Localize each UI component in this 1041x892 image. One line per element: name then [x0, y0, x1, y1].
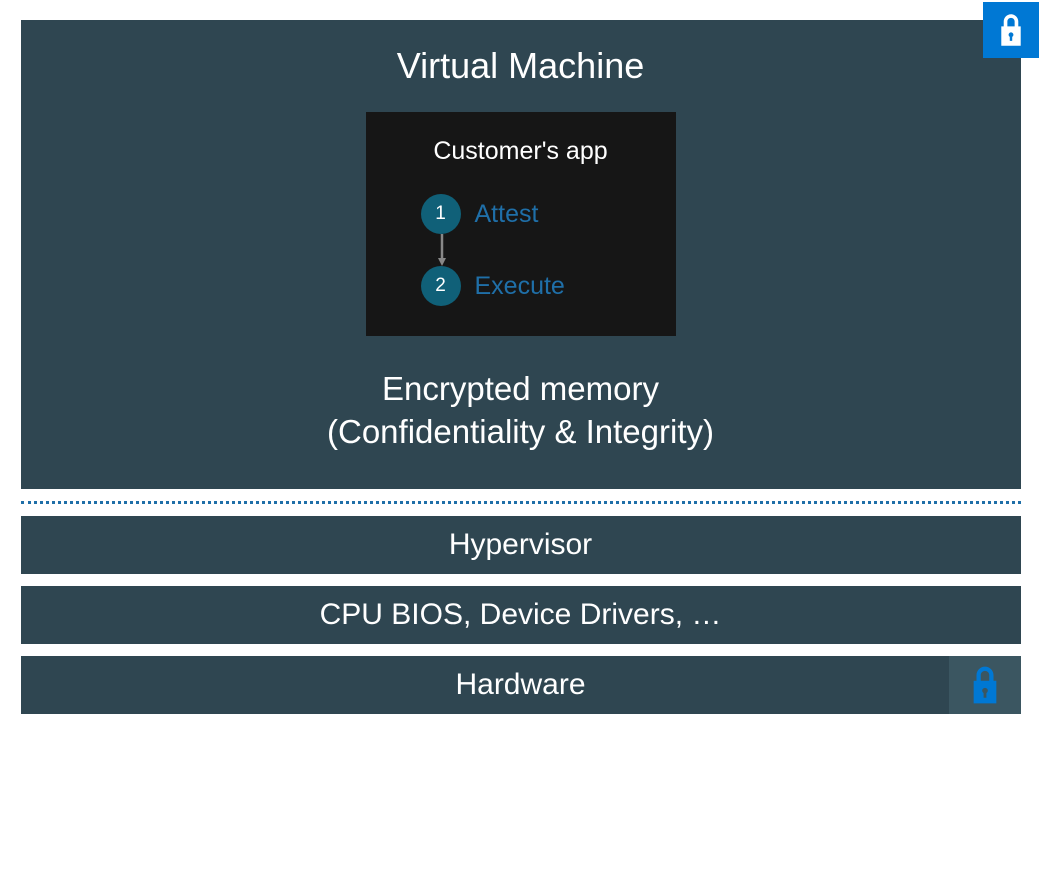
mem-line2: (Confidentiality & Integrity): [327, 413, 714, 450]
step-label-attest: Attest: [475, 200, 539, 229]
mem-line1: Encrypted memory: [382, 370, 659, 407]
step-label-execute: Execute: [475, 272, 565, 301]
customer-app-box: Customer's app 1 Attest 2 Execute: [366, 112, 676, 336]
lock-icon: [996, 13, 1026, 47]
bios-layer: CPU BIOS, Device Drivers, …: [21, 586, 1021, 644]
step-execute: 2 Execute: [421, 266, 621, 306]
hardware-layer: Hardware: [21, 656, 1021, 714]
step-attest: 1 Attest: [421, 194, 621, 234]
bios-label: CPU BIOS, Device Drivers, …: [320, 598, 722, 631]
vm-title: Virtual Machine: [397, 45, 644, 87]
vm-lock-badge: [983, 2, 1039, 58]
arrow-down-icon: [438, 234, 446, 266]
trust-boundary-divider: [21, 501, 1021, 504]
app-title: Customer's app: [433, 137, 607, 166]
step-number-1: 1: [421, 194, 461, 234]
virtual-machine-block: Virtual Machine Customer's app 1 Attest …: [21, 20, 1021, 489]
lock-icon: [968, 665, 1002, 705]
hardware-label: Hardware: [455, 668, 585, 701]
encrypted-memory-text: Encrypted memory (Confidentiality & Inte…: [327, 368, 714, 454]
arrow-down: [421, 234, 621, 266]
step-number-2: 2: [421, 266, 461, 306]
hypervisor-layer: Hypervisor: [21, 516, 1021, 574]
hypervisor-label: Hypervisor: [449, 528, 592, 561]
hardware-lock-badge: [949, 656, 1021, 714]
